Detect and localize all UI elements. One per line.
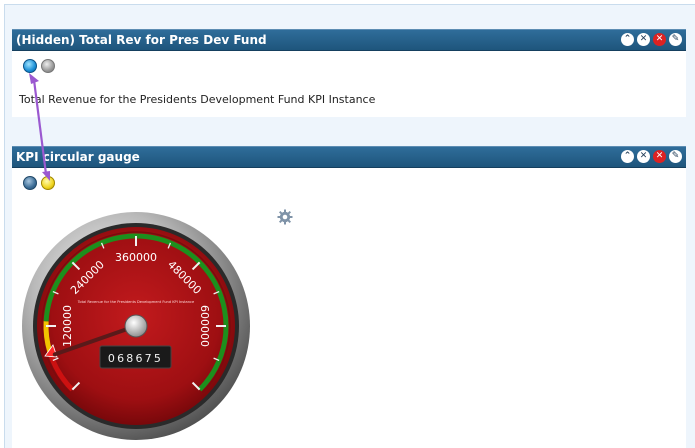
annotation-arrow (29, 73, 50, 181)
